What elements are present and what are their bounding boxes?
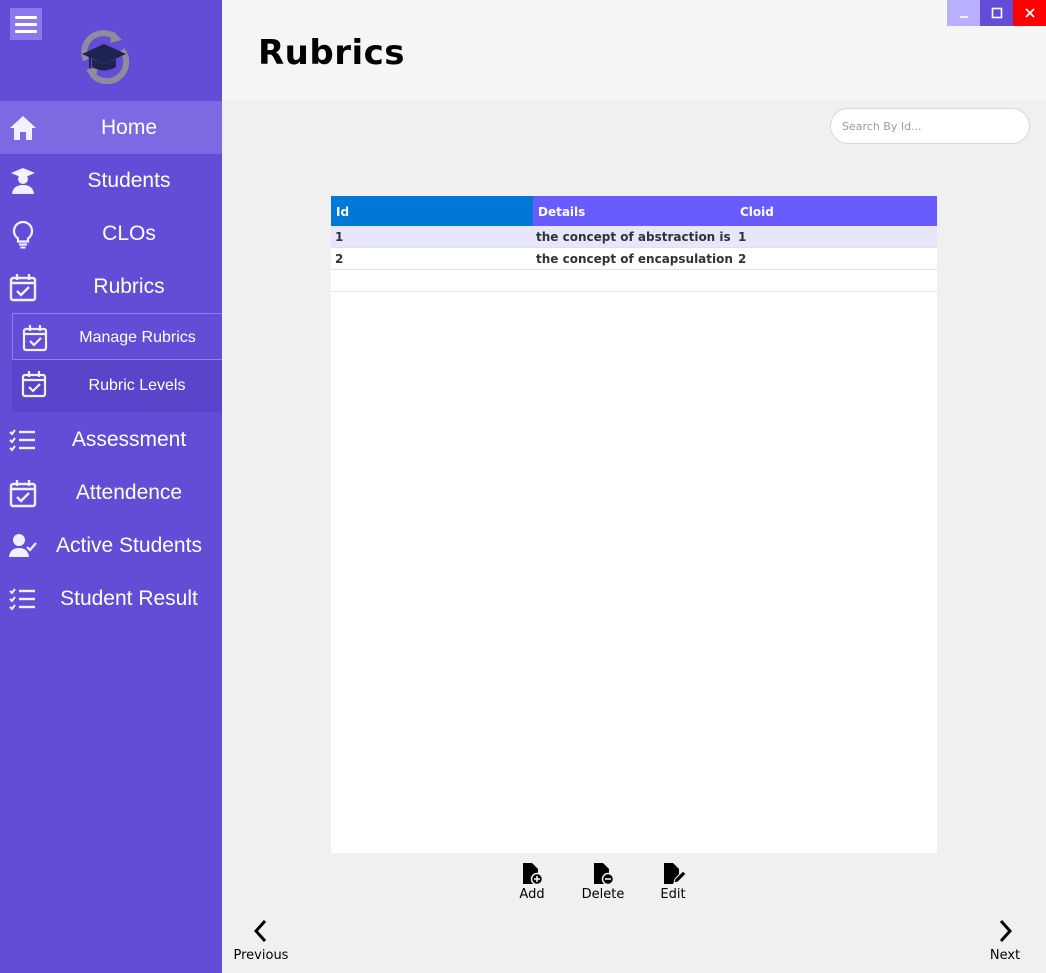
rubrics-table[interactable]: Id Details Cloid 1 the concept of abstra… [331, 196, 937, 853]
lightbulb-icon [12, 220, 34, 249]
sidebar-item-label: Attendence [75, 481, 183, 504]
next-button-label: Next [989, 948, 1021, 963]
close-icon [1024, 8, 1035, 18]
previous-button-label: Previous [233, 948, 289, 963]
header: Rubrics [222, 0, 1046, 100]
sidebar-item-label: Home [100, 116, 158, 139]
add-button-label: Add [519, 887, 545, 902]
delete-button-label: Delete [581, 887, 625, 902]
checklist-icon [9, 429, 35, 452]
student-icon [11, 168, 35, 194]
delete-file-icon [594, 863, 615, 886]
chevron-left-icon [253, 919, 267, 943]
menu-icon[interactable] [10, 8, 42, 40]
minimize-icon [959, 16, 968, 18]
close-button[interactable] [1013, 0, 1046, 26]
table-row[interactable]: 2 the concept of encapsulation... 2 [331, 248, 937, 270]
cell-id: 2 [335, 252, 344, 266]
sidebar-item-label: Rubrics [93, 275, 165, 298]
edit-button[interactable]: Edit [643, 862, 703, 906]
add-button[interactable]: Add [502, 862, 562, 906]
delete-button[interactable]: Delete [573, 862, 633, 906]
sidebar: Home Students CLOs Rubrics Manage Rubric… [0, 0, 222, 973]
sidebar-item-label: Students [87, 169, 171, 192]
sidebar-item-label: CLOs [102, 222, 156, 245]
table-row[interactable]: 1 the concept of abstraction is ... 1 [331, 226, 937, 248]
edit-file-icon [664, 863, 686, 884]
calendar-check-icon [22, 325, 48, 352]
sidebar-item-attendence[interactable]: Attendence [0, 466, 222, 519]
sidebar-item-active-students[interactable]: Active Students [0, 519, 222, 572]
column-header-cloid[interactable]: Cloid [735, 196, 937, 226]
checklist-icon [9, 588, 35, 611]
home-icon [10, 116, 36, 140]
search-input[interactable] [830, 108, 1030, 144]
cell-cloid: 2 [738, 252, 747, 266]
sidebar-subitem-label: Rubric Levels [88, 377, 186, 394]
minimize-button[interactable] [947, 0, 980, 26]
sidebar-item-rubrics[interactable]: Rubrics [0, 260, 222, 313]
table-new-row[interactable] [331, 270, 937, 292]
cell-details: the concept of encapsulation... [536, 252, 734, 266]
calendar-check-icon [9, 274, 37, 302]
page-title: Rubrics [258, 33, 406, 73]
maximize-button[interactable] [980, 0, 1013, 26]
sidebar-item-clos[interactable]: CLOs [0, 207, 222, 260]
next-button[interactable]: Next [982, 918, 1028, 968]
sidebar-item-label: Student Result [60, 587, 198, 610]
user-check-icon [9, 534, 37, 557]
calendar-check-icon [21, 371, 47, 398]
calendar-check-icon [9, 480, 37, 508]
previous-button[interactable]: Previous [231, 918, 291, 968]
maximize-icon [991, 7, 1002, 19]
sidebar-item-assessment[interactable]: Assessment [0, 413, 222, 466]
sidebar-subitem-label: Manage Rubrics [79, 329, 196, 346]
sidebar-item-label: Active Students [56, 534, 202, 557]
column-header-id[interactable]: Id [331, 196, 533, 226]
graduation-cap-logo-icon [81, 30, 130, 84]
sidebar-item-label: Assessment [71, 428, 187, 451]
sidebar-item-students[interactable]: Students [0, 154, 222, 207]
chevron-right-icon [999, 919, 1013, 943]
edit-button-label: Edit [660, 887, 686, 902]
sidebar-subitem-manage-rubrics[interactable]: Manage Rubrics [12, 313, 222, 360]
sidebar-item-student-result[interactable]: Student Result [0, 572, 222, 625]
sidebar-item-home[interactable]: Home [0, 101, 222, 154]
sidebar-subitem-rubric-levels[interactable]: Rubric Levels [12, 360, 222, 412]
cell-id: 1 [335, 230, 344, 244]
add-file-icon [523, 863, 544, 886]
table-header: Id Details Cloid [331, 196, 937, 226]
column-header-details[interactable]: Details [533, 196, 735, 226]
cell-details: the concept of abstraction is ... [536, 230, 734, 244]
cell-cloid: 1 [738, 230, 747, 244]
